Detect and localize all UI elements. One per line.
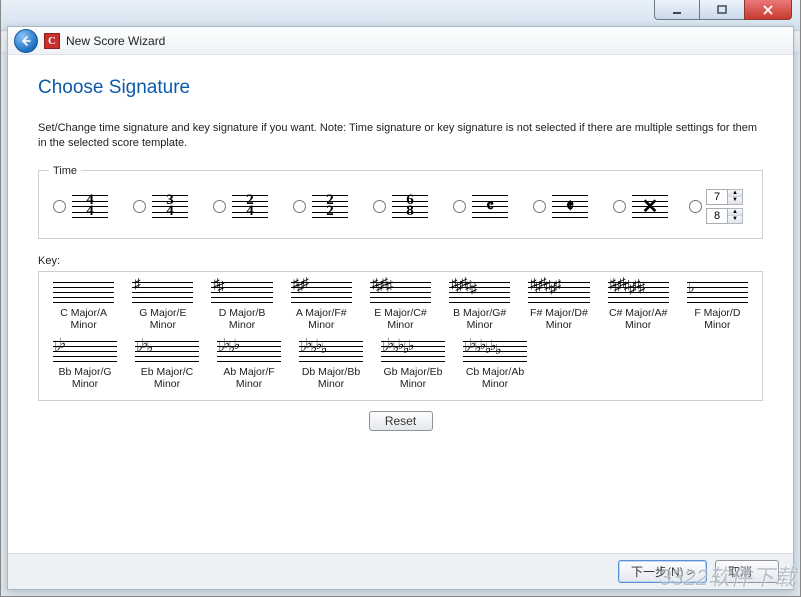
page-description: Set/Change time signature and key signat…	[38, 121, 763, 151]
key-sig-option[interactable]: ♯ G Major/EMinor	[126, 280, 199, 331]
time-legend: Time	[49, 165, 81, 177]
time-sig-option[interactable]: ✕	[609, 191, 685, 221]
app-icon: C	[44, 33, 60, 49]
key-sig-option[interactable]: C Major/AMinor	[47, 280, 120, 331]
spin-up-icon[interactable]: ▲	[728, 190, 742, 197]
custom-ts-top[interactable]: 7	[706, 189, 728, 205]
key-sig-option[interactable]: ♯♯♯♯♯ B Major/G#Minor	[443, 280, 516, 331]
custom-ts-bot[interactable]: 8	[706, 208, 728, 224]
key-sig-label: D Major/BMinor	[205, 307, 278, 331]
key-sig-glyph: ♯♯♯	[291, 280, 352, 304]
time-sig-glyph: 34	[152, 191, 188, 221]
minimize-button[interactable]	[654, 0, 700, 20]
key-sig-glyph: ♭♭	[53, 339, 117, 363]
key-sig-glyph: ♯♯	[211, 280, 272, 304]
time-sig-radio[interactable]	[453, 200, 466, 213]
time-sig-radio[interactable]	[53, 200, 66, 213]
key-sig-label: F Major/DMinor	[681, 307, 754, 331]
time-sig-option[interactable]: 𝄴	[449, 191, 525, 221]
time-sig-glyph: 𝄵	[552, 191, 588, 221]
maximize-button[interactable]	[699, 0, 745, 20]
spin-down-icon[interactable]: ▼	[728, 197, 742, 204]
time-sig-glyph: 44	[72, 191, 108, 221]
wizard-dialog: C New Score Wizard Choose Signature Set/…	[7, 26, 794, 590]
key-sig-label: Db Major/BbMinor	[293, 366, 369, 390]
time-sig-glyph: 24	[232, 191, 268, 221]
key-sig-label: Eb Major/CMinor	[129, 366, 205, 390]
key-sig-label: E Major/C#Minor	[364, 307, 437, 331]
spin-up-icon[interactable]: ▲	[728, 209, 742, 216]
key-sig-glyph: ♯	[132, 280, 193, 304]
key-sig-option[interactable]: ♯♯♯ A Major/F#Minor	[285, 280, 358, 331]
key-sig-option[interactable]: ♭♭♭♭♭♭ Gb Major/EbMinor	[375, 339, 451, 390]
close-button[interactable]	[744, 0, 792, 20]
time-sig-option[interactable]: 𝄵	[529, 191, 605, 221]
key-sig-glyph: ♯♯♯♯	[370, 280, 431, 304]
wizard-footer: 下一步(N) > 取消	[8, 553, 793, 589]
cancel-button[interactable]: 取消	[715, 560, 779, 583]
time-sig-glyph: 68	[392, 191, 428, 221]
time-sig-custom-radio[interactable]	[689, 200, 702, 213]
key-sig-option[interactable]: ♭♭♭♭ Ab Major/FMinor	[211, 339, 287, 390]
next-button[interactable]: 下一步(N) >	[618, 560, 707, 583]
time-sig-radio[interactable]	[613, 200, 626, 213]
key-sig-option[interactable]: ♭♭ Bb Major/GMinor	[47, 339, 123, 390]
time-sig-option[interactable]: 24	[209, 191, 285, 221]
time-sig-option[interactable]: 68	[369, 191, 445, 221]
key-sig-option[interactable]: ♭♭♭ Eb Major/CMinor	[129, 339, 205, 390]
key-sig-glyph: ♭♭♭♭♭♭♭	[463, 339, 527, 363]
wizard-titlebar: C New Score Wizard	[8, 27, 793, 55]
key-sig-label: F# Major/D#Minor	[522, 307, 595, 331]
key-sig-label: Ab Major/FMinor	[211, 366, 287, 390]
key-sig-option[interactable]: ♯♯♯♯ E Major/C#Minor	[364, 280, 437, 331]
key-sig-glyph: ♭♭♭	[135, 339, 199, 363]
key-sig-label: B Major/G#Minor	[443, 307, 516, 331]
key-sig-label: Cb Major/AbMinor	[457, 366, 533, 390]
key-sig-label: Gb Major/EbMinor	[375, 366, 451, 390]
custom-time-sig: 7▲▼8▲▼	[706, 189, 743, 224]
key-sig-label: A Major/F#Minor	[285, 307, 358, 331]
time-sig-glyph: 𝄴	[472, 191, 508, 221]
time-sig-radio[interactable]	[213, 200, 226, 213]
spin-down-icon[interactable]: ▼	[728, 216, 742, 223]
key-sig-option[interactable]: ♭♭♭♭♭ Db Major/BbMinor	[293, 339, 369, 390]
time-signature-group: Time 4434242268𝄴𝄵✕7▲▼8▲▼	[38, 165, 763, 239]
reset-button[interactable]: Reset	[369, 411, 433, 431]
key-sig-option[interactable]: ♯♯♯♯♯♯ F# Major/D#Minor	[522, 280, 595, 331]
key-sig-glyph: ♯♯♯♯♯♯	[528, 280, 589, 304]
page-heading: Choose Signature	[38, 77, 763, 99]
time-sig-radio[interactable]	[133, 200, 146, 213]
key-sig-option[interactable]: ♯♯ D Major/BMinor	[205, 280, 278, 331]
key-sig-label: Bb Major/GMinor	[47, 366, 123, 390]
wizard-title: New Score Wizard	[66, 34, 165, 48]
key-sig-glyph: ♯♯♯♯♯♯♯	[608, 280, 669, 304]
time-sig-option[interactable]: 34	[129, 191, 205, 221]
key-sig-label: G Major/EMinor	[126, 307, 199, 331]
key-sig-option[interactable]: ♯♯♯♯♯♯♯ C# Major/A#Minor	[602, 280, 675, 331]
time-sig-option[interactable]: 44	[49, 191, 125, 221]
key-sig-option[interactable]: ♭ F Major/DMinor	[681, 280, 754, 331]
key-sig-label: C Major/AMinor	[47, 307, 120, 331]
key-sig-glyph: ♭	[687, 280, 748, 304]
key-sig-glyph: ♭♭♭♭♭♭	[381, 339, 445, 363]
back-button[interactable]	[14, 29, 38, 53]
time-sig-glyph: ✕	[632, 191, 668, 221]
key-sig-glyph	[53, 280, 114, 304]
key-sig-option[interactable]: ♭♭♭♭♭♭♭ Cb Major/AbMinor	[457, 339, 533, 390]
key-sig-glyph: ♭♭♭♭	[217, 339, 281, 363]
key-signature-group: C Major/AMinor ♯ G Major/EMinor ♯♯ D Major/B…	[38, 271, 763, 401]
key-sig-glyph: ♭♭♭♭♭	[299, 339, 363, 363]
time-sig-radio[interactable]	[373, 200, 386, 213]
key-sig-label: C# Major/A#Minor	[602, 307, 675, 331]
time-sig-radio[interactable]	[533, 200, 546, 213]
time-sig-radio[interactable]	[293, 200, 306, 213]
key-sig-glyph: ♯♯♯♯♯	[449, 280, 510, 304]
time-sig-glyph: 22	[312, 191, 348, 221]
time-sig-option[interactable]: 22	[289, 191, 365, 221]
key-label: Key:	[38, 255, 763, 267]
